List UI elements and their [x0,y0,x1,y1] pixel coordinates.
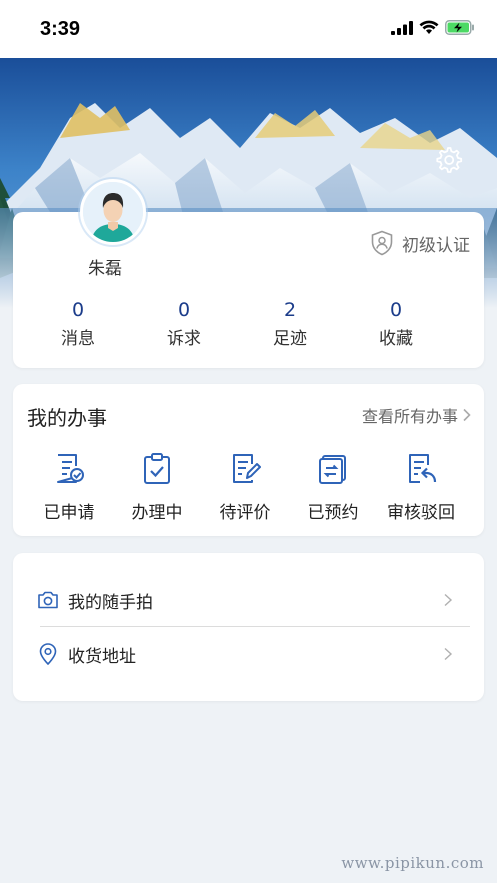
wifi-icon [419,20,439,34]
chevron-right-icon [444,647,453,661]
task-to-review[interactable]: 待评价 [201,452,289,523]
task-rejected[interactable]: 审核驳回 [377,452,465,523]
task-label: 待评价 [219,503,271,523]
appointment-icon [319,455,346,484]
menu-item-shipping-address[interactable]: 收货地址 [13,628,484,680]
gear-icon [436,147,463,173]
signal-icon [391,20,413,35]
processing-icon [144,453,170,484]
task-appointment[interactable]: 已预约 [289,452,377,523]
rejected-icon [409,454,437,483]
avatar[interactable] [80,179,146,245]
task-status-row: 已申请 办理中 待评价 已预约 审核驳回 [13,452,484,523]
stat-label: 足迹 [273,329,307,349]
stat-favorites[interactable]: 0 收藏 [343,298,449,349]
to-review-icon [233,454,261,483]
menu-card: 我的随手拍 收货地址 [13,553,484,701]
stat-label: 消息 [61,329,95,349]
profile-stats: 0 消息 0 诉求 2 足迹 0 收藏 [13,298,484,349]
shield-user-icon [371,230,393,256]
verification-label: 初级认证 [402,235,470,256]
menu-item-label: 收货地址 [68,646,136,667]
applied-icon [57,454,84,483]
chevron-right-icon [463,408,471,422]
settings-button[interactable] [433,144,463,174]
chevron-right-icon [444,593,453,607]
stat-label: 收藏 [379,329,413,349]
camera-icon [38,591,58,609]
task-label: 已预约 [307,503,359,523]
status-icons [391,20,475,35]
stat-label: 诉求 [167,329,201,349]
status-bar: 3:39 [0,0,497,58]
tasks-title: 我的办事 [27,406,107,430]
task-label: 已申请 [43,503,95,523]
battery-charging-icon [445,20,474,35]
verification-badge[interactable]: 初级认证 [370,230,470,256]
stat-appeals[interactable]: 0 诉求 [131,298,237,349]
stat-value: 0 [177,299,191,321]
stat-messages[interactable]: 0 消息 [25,298,131,349]
menu-item-my-snapshots[interactable]: 我的随手拍 [13,574,484,626]
user-avatar-icon [83,182,143,242]
view-all-tasks-label: 查看所有办事 [361,407,458,426]
task-label: 审核驳回 [387,503,455,523]
task-label: 办理中 [131,503,183,523]
menu-item-label: 我的随手拍 [68,592,153,613]
status-time: 3:39 [40,18,81,40]
stat-value: 2 [283,299,297,321]
watermark: www.pipikun.com [341,854,484,872]
menu-divider [40,626,470,627]
task-applied[interactable]: 已申请 [25,452,113,523]
task-processing[interactable]: 办理中 [113,452,201,523]
view-all-tasks-link[interactable]: 查看所有办事 [362,403,472,427]
stat-value: 0 [389,299,403,321]
username: 朱磊 [88,259,122,279]
my-tasks-card: 我的办事 查看所有办事 已申请 办理中 待评价 已预约 审核驳回 [13,384,484,536]
stat-footprints[interactable]: 2 足迹 [237,298,343,349]
location-pin-icon [39,643,57,665]
stat-value: 0 [71,299,85,321]
